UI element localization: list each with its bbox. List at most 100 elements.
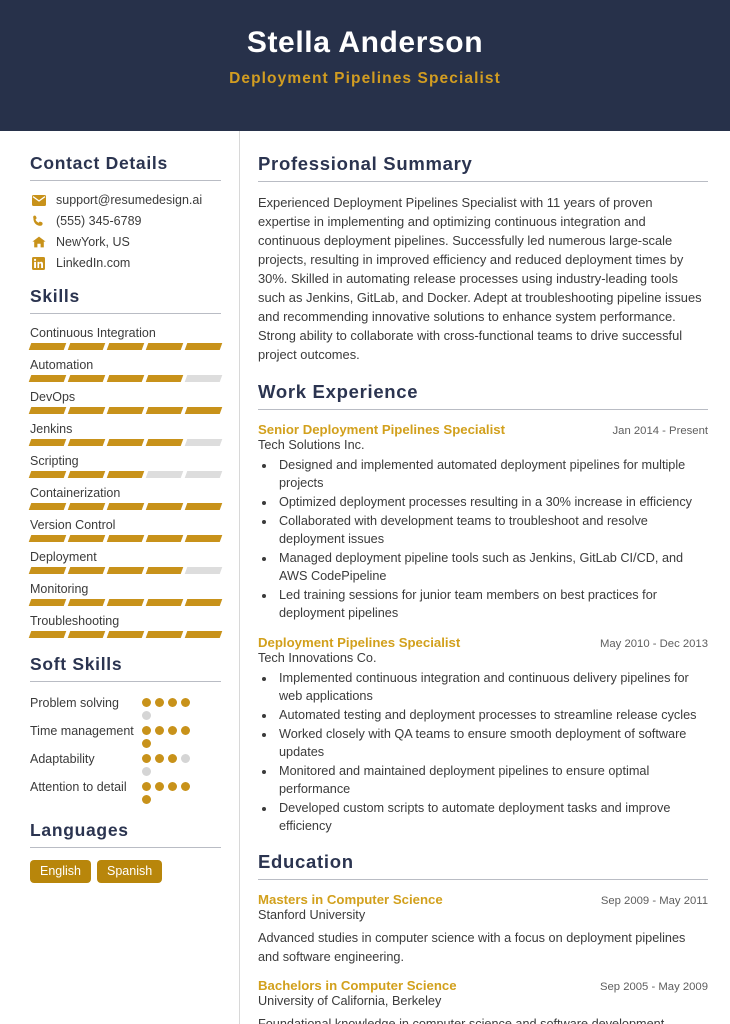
soft-skill-rating: [142, 778, 200, 804]
envelope-icon: [30, 193, 47, 207]
education-entry: Masters in Computer Science Sep 2009 - Ma…: [258, 892, 708, 966]
section-divider: [30, 180, 221, 181]
contact-section: Contact Details support@resumedesign.ai (…: [30, 153, 221, 270]
education-date-range: Sep 2009 - May 2011: [600, 895, 708, 908]
soft-skill-item: Attention to detail: [30, 778, 221, 804]
work-bullet: Developed custom scripts to automate dep…: [276, 799, 708, 835]
skill-item: Monitoring: [28, 582, 223, 606]
skill-level-bar: [28, 407, 223, 414]
skill-level-segment: [106, 631, 145, 638]
skill-level-segment: [184, 567, 223, 574]
main-content: Professional Summary Experienced Deploym…: [240, 131, 730, 1024]
summary-text: Experienced Deployment Pipelines Special…: [258, 195, 702, 362]
soft-skills-section: Soft Skills Problem solving Time manageme…: [30, 654, 221, 804]
skill-item: Scripting: [28, 454, 223, 478]
work-bullet-list: Designed and implemented automated deplo…: [276, 456, 708, 622]
skills-heading: Skills: [30, 286, 80, 306]
soft-skill-dot: [142, 726, 151, 735]
contact-item[interactable]: (555) 345-6789: [30, 214, 221, 228]
soft-skills-heading: Soft Skills: [30, 654, 123, 674]
work-section: Work Experience Senior Deployment Pipeli…: [258, 381, 708, 836]
soft-skills-list: Problem solving Time management Adaptabili…: [30, 694, 221, 804]
skill-level-segment: [67, 343, 106, 350]
skill-level-segment: [28, 439, 67, 446]
skill-level-segment: [28, 343, 67, 350]
skill-item: Containerization: [28, 486, 223, 510]
skill-label: Version Control: [30, 518, 116, 532]
work-bullet: Implemented continuous integration and c…: [276, 669, 708, 705]
soft-skill-item: Adaptability: [30, 750, 221, 776]
skill-level-segment: [184, 407, 223, 414]
education-entry: Bachelors in Computer Science Sep 2005 - …: [258, 978, 708, 1024]
work-date-range: May 2010 - Dec 2013: [599, 638, 708, 650]
skill-item: Jenkins: [28, 422, 223, 446]
education-date-range: Sep 2005 - May 2009: [599, 981, 708, 994]
work-bullet: Led training sessions for junior team me…: [276, 586, 708, 622]
work-company: Tech Solutions Inc.: [258, 437, 365, 452]
soft-skill-label: Attention to detail: [30, 780, 127, 794]
soft-skill-dot: [168, 726, 177, 735]
skill-label: Deployment: [30, 550, 97, 564]
work-entry: Deployment Pipelines Specialist May 2010 …: [258, 635, 708, 835]
work-company: Tech Innovations Co.: [258, 651, 377, 665]
contact-item[interactable]: LinkedIn.com: [30, 256, 221, 270]
soft-skill-dot: [142, 698, 151, 707]
skill-level-segment: [106, 535, 145, 542]
skill-level-segment: [184, 503, 223, 510]
soft-skill-dot: [181, 698, 190, 707]
skill-level-segment: [106, 375, 145, 382]
soft-skill-rating: [142, 694, 200, 720]
education-description: Advanced studies in computer science wit…: [258, 931, 686, 964]
soft-skill-dot: [155, 726, 164, 735]
soft-skill-item: Time management: [30, 722, 221, 748]
education-degree: Bachelors in Computer Science: [258, 978, 457, 994]
contact-value: support@resumedesign.ai: [56, 193, 203, 207]
skill-level-segment: [145, 471, 184, 478]
skill-label: Troubleshooting: [30, 614, 120, 628]
skill-level-segment: [28, 503, 67, 510]
soft-skill-dot: [155, 782, 164, 791]
skill-item: Version Control: [28, 518, 223, 542]
skill-label: Continuous Integration: [30, 326, 156, 340]
soft-skill-label: Problem solving: [30, 696, 119, 710]
skill-level-segment: [184, 375, 223, 382]
skill-level-segment: [106, 599, 145, 606]
soft-skill-dot: [168, 782, 177, 791]
soft-skill-item: Problem solving: [30, 694, 221, 720]
contact-heading: Contact Details: [30, 153, 168, 173]
skill-level-bar: [28, 375, 223, 382]
skill-level-segment: [28, 375, 67, 382]
skill-label: Scripting: [30, 454, 79, 468]
skill-level-segment: [106, 471, 145, 478]
resume-header: Stella Anderson Deployment Pipelines Spe…: [0, 0, 730, 131]
work-bullet: Managed deployment pipeline tools such a…: [276, 549, 708, 585]
skill-item: Troubleshooting: [28, 614, 223, 638]
contact-item[interactable]: support@resumedesign.ai: [30, 193, 221, 207]
soft-skill-dot: [142, 767, 151, 776]
skill-level-segment: [67, 439, 106, 446]
work-entry: Senior Deployment Pipelines Specialist Ja…: [258, 422, 708, 622]
work-job-title: Senior Deployment Pipelines Specialist: [258, 421, 505, 437]
work-entries: Senior Deployment Pipelines Specialist Ja…: [258, 422, 708, 836]
summary-heading: Professional Summary: [258, 153, 473, 174]
section-divider: [258, 181, 708, 182]
contact-list: support@resumedesign.ai (555) 345-6789 New…: [30, 193, 221, 270]
skill-item: Deployment: [28, 550, 223, 574]
work-heading: Work Experience: [258, 380, 419, 402]
soft-skill-dot: [168, 754, 177, 763]
soft-skill-dot: [142, 795, 151, 804]
soft-skill-dot: [155, 754, 164, 763]
skill-label: Containerization: [30, 486, 121, 500]
section-divider: [30, 681, 221, 682]
contact-item[interactable]: NewYork, US: [30, 235, 221, 249]
skill-level-segment: [145, 599, 184, 606]
skill-item: Automation: [28, 358, 223, 382]
skill-item: Continuous Integration: [28, 326, 223, 350]
soft-skill-dot: [142, 754, 151, 763]
work-bullet: Monitored and maintained deployment pipe…: [276, 762, 708, 798]
skill-level-segment: [184, 599, 223, 606]
skill-level-segment: [106, 567, 145, 574]
skill-level-segment: [106, 503, 145, 510]
resume-body: Contact Details support@resumedesign.ai (…: [0, 131, 730, 1024]
skill-level-segment: [106, 343, 145, 350]
